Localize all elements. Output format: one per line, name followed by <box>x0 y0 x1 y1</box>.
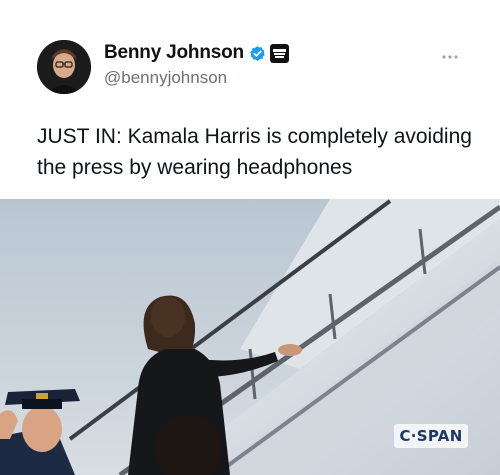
post-card: Benny Johnson @bennyjohnson JUST IN: Kam… <box>0 0 500 475</box>
more-options-icon[interactable] <box>441 47 459 65</box>
cspan-watermark: C·SPAN <box>394 424 468 448</box>
author-name[interactable]: Benny Johnson <box>104 42 244 64</box>
post-text: JUST IN: Kamala Harris is completely avo… <box>37 125 472 179</box>
author-avatar[interactable] <box>37 40 91 94</box>
verified-badge-icon <box>249 45 266 62</box>
author-name-row: Benny Johnson <box>104 42 289 64</box>
affiliate-badge-icon[interactable] <box>269 43 289 63</box>
author-handle[interactable]: @bennyjohnson <box>104 68 227 88</box>
avatar-image <box>37 40 91 94</box>
